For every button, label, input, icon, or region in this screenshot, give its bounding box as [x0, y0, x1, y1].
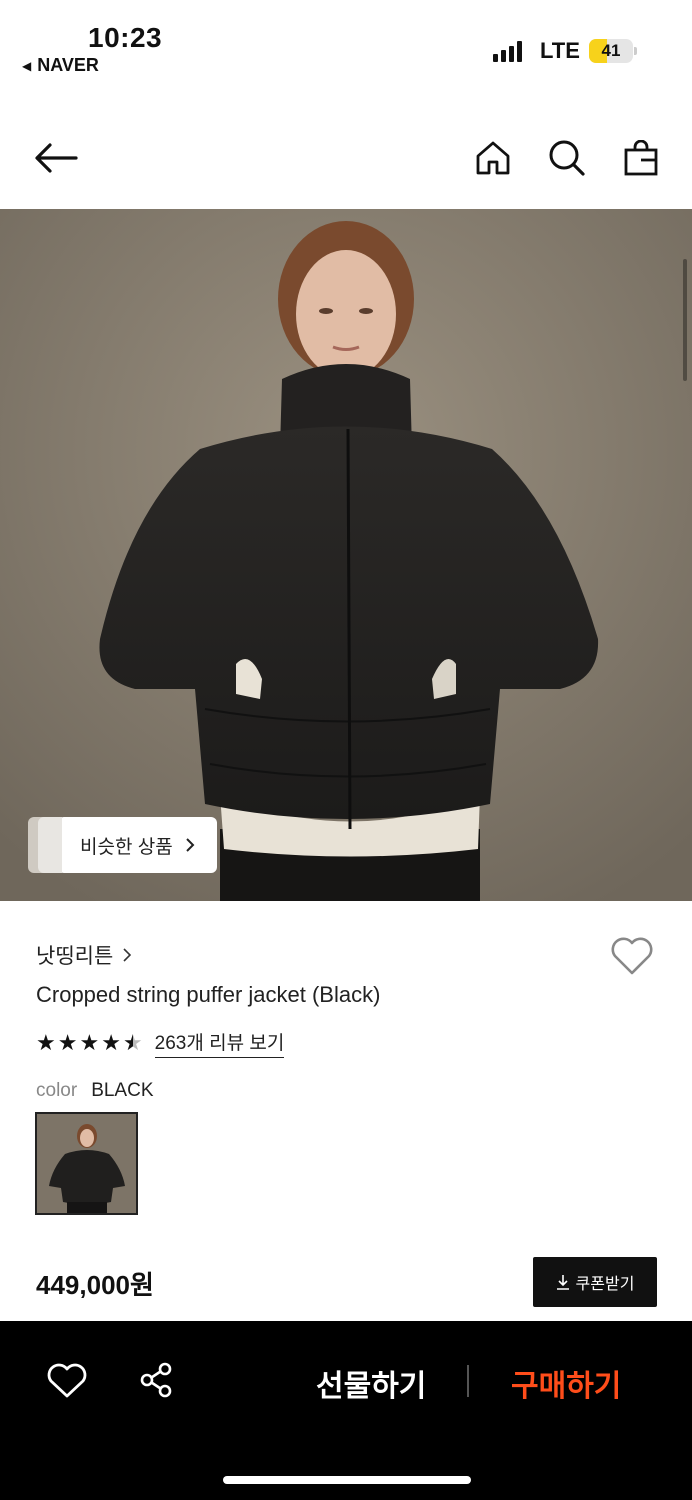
half-star-icon: ★: [122, 1030, 143, 1055]
download-icon: [556, 1275, 569, 1290]
product-name: Cropped string puffer jacket (Black): [36, 982, 381, 1007]
color-swatch-thumbnail: [37, 1114, 136, 1213]
status-time: 10:23: [88, 22, 163, 53]
star-icon: ★: [101, 1030, 121, 1055]
bottom-wishlist-button[interactable]: [47, 1363, 87, 1404]
coupon-label: 쿠폰받기: [575, 1276, 635, 1293]
back-triangle-icon: ◀: [22, 58, 32, 73]
star-icon: ★: [57, 1030, 78, 1055]
top-nav: [0, 120, 692, 196]
star-icon: ★: [36, 1030, 56, 1055]
back-button[interactable]: [32, 134, 80, 182]
wishlist-button[interactable]: [610, 936, 654, 980]
share-button[interactable]: [139, 1361, 175, 1404]
coupon-button[interactable]: 쿠폰받기: [533, 1257, 657, 1307]
similar-products-label: 비슷한 상품: [80, 836, 173, 858]
bottom-action-bar: 선물하기 구매하기: [0, 1321, 692, 1500]
color-option-black[interactable]: [35, 1112, 138, 1215]
home-icon: [476, 141, 510, 175]
status-bar: 10:23 ◀ NAVER LTE 41: [0, 0, 692, 90]
rating-row: ★ ★ ★ ★ ★ 263개 리뷰 보기: [36, 1028, 285, 1058]
product-photo: [0, 209, 692, 901]
battery-percent: 41: [601, 41, 621, 60]
heart-icon: [47, 1363, 87, 1398]
home-button[interactable]: [469, 134, 517, 182]
rating-stars: ★ ★ ★ ★ ★: [36, 1032, 143, 1054]
brand-name: 낫띵리튼: [36, 945, 114, 968]
signal-icon: [493, 40, 522, 62]
scroll-indicator: [683, 259, 687, 381]
home-indicator: [223, 1476, 471, 1484]
gift-button[interactable]: 선물하기: [316, 1361, 426, 1405]
star-icon: ★: [79, 1030, 100, 1055]
similar-thumbnails: [28, 817, 64, 873]
arrow-left-icon: [35, 143, 78, 173]
search-icon: [549, 140, 585, 176]
color-row: color BLACK: [36, 1080, 154, 1102]
search-button[interactable]: [543, 134, 591, 182]
product-price: 449,000원: [36, 1270, 154, 1300]
bottom-divider: [467, 1365, 469, 1397]
share-icon: [140, 1362, 172, 1398]
color-value: BLACK: [91, 1080, 154, 1101]
battery-icon: 41: [589, 39, 633, 63]
similar-products-button[interactable]: 비슷한 상품: [28, 817, 217, 873]
network-label: LTE: [540, 38, 580, 63]
buy-button[interactable]: 구매하기: [511, 1361, 621, 1405]
battery-cap: [634, 47, 637, 55]
chevron-right-icon: [185, 838, 195, 852]
back-to-app-link[interactable]: ◀ NAVER: [22, 55, 99, 76]
shopping-bag-icon: [624, 140, 658, 176]
brand-link[interactable]: 낫띵리튼: [36, 940, 132, 970]
heart-icon: [611, 937, 653, 975]
reviews-link[interactable]: 263개 리뷰 보기: [154, 1028, 285, 1058]
product-hero-image[interactable]: 비슷한 상품: [0, 209, 692, 901]
color-key: color: [36, 1080, 78, 1101]
chevron-right-icon: [123, 948, 132, 962]
similar-products-label-wrap: 비슷한 상품: [58, 817, 217, 873]
back-app-label: NAVER: [37, 55, 99, 75]
cart-button[interactable]: [617, 134, 665, 182]
